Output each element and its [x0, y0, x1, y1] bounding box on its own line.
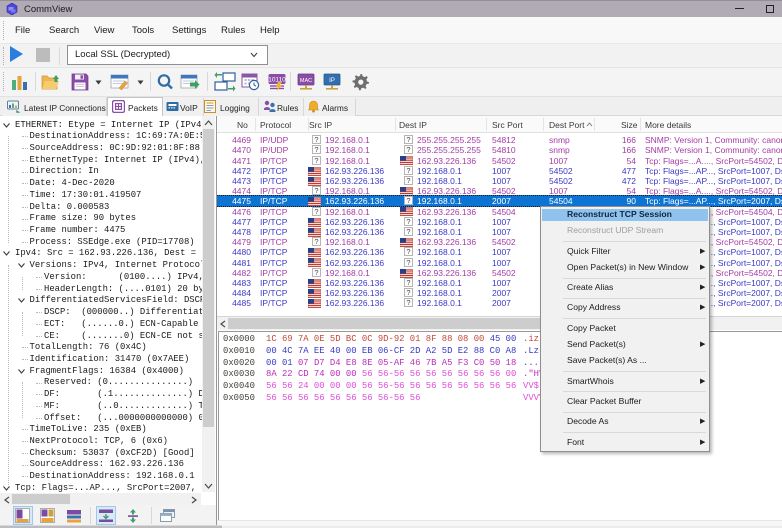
svg-text:MAC: MAC	[300, 78, 312, 84]
svg-text:10110: 10110	[268, 77, 286, 84]
svg-text:IP: IP	[329, 78, 335, 84]
